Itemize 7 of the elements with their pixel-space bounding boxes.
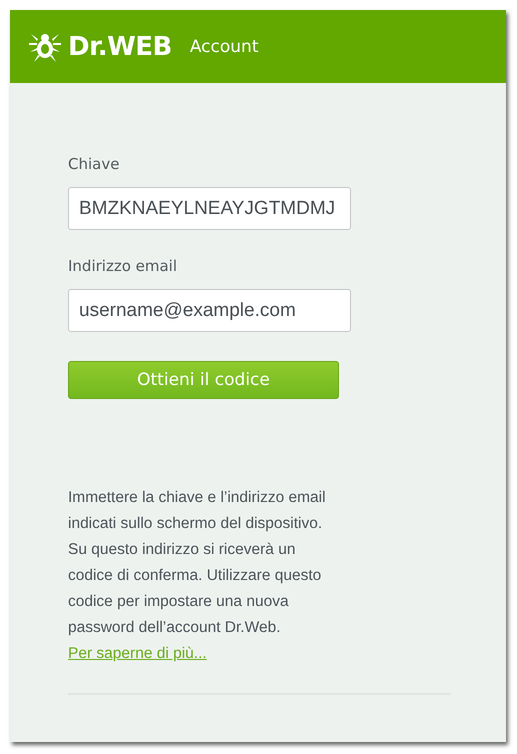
logo-text: Dr.WEB <box>68 32 172 62</box>
field-label: Indirizzo email <box>68 257 178 275</box>
input-field[interactable]: BMZKNAEYLNEAYJGTMDMJ <box>68 187 351 230</box>
input-field[interactable]: username@example.com <box>68 289 351 332</box>
field-label: Chiave <box>68 155 120 173</box>
header-title: Account <box>190 36 258 56</box>
info-text: Immettere la chiave e l’indirizzo email indicati sullo schermo del dispositivo. Su questo indirizzo si riceverà un codice di conferma. Utilizzare questo codice per impostare una nuova password dell’account Dr.Web. <box>68 488 327 638</box>
